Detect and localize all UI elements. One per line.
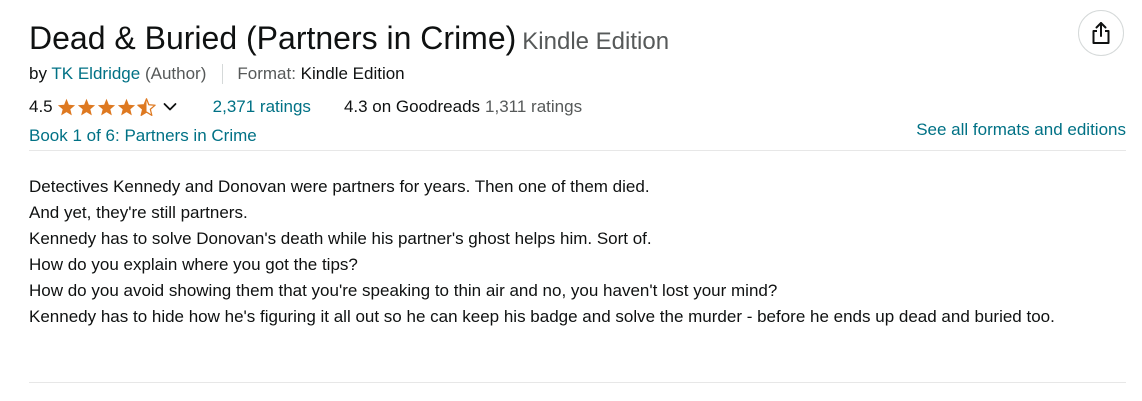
description-line: Kennedy has to solve Donovan's death whi…: [29, 229, 652, 248]
rating-dropdown[interactable]: [163, 102, 177, 112]
star-rating[interactable]: [57, 98, 177, 116]
book-description: Detectives Kennedy and Donovan were part…: [29, 174, 1126, 330]
goodreads-score: 4.3 on Goodreads: [343, 97, 481, 116]
author-role: (Author): [144, 64, 207, 83]
description-line: How do you explain where you got the tip…: [29, 255, 358, 274]
description-divider: [29, 382, 1126, 383]
series-link[interactable]: Book 1 of 6: Partners in Crime: [29, 125, 257, 147]
description-line: Kennedy has to hide how he's figuring it…: [29, 307, 1055, 326]
star-half-icon: [136, 98, 156, 116]
rating-value: 4.5: [29, 97, 53, 116]
share-icon: [1092, 22, 1110, 44]
product-title: Dead & Buried (Partners in Crime): [29, 20, 517, 56]
product-edition: Kindle Edition: [522, 28, 670, 55]
byline-separator: [222, 63, 224, 84]
format-value: Kindle Edition: [300, 64, 405, 83]
title-row: Dead & Buried (Partners in Crime) Kindle …: [29, 18, 669, 62]
chevron-down-icon: [163, 103, 177, 111]
ratings-count-link[interactable]: 2,371 ratings: [213, 95, 311, 119]
header-divider: [29, 150, 1126, 151]
byline: by TK Eldridge (Author) Format: Kindle Ed…: [29, 63, 405, 85]
star-icon: [117, 98, 135, 116]
by-prefix: by: [29, 64, 47, 83]
author-link[interactable]: TK Eldridge: [51, 64, 140, 83]
share-button[interactable]: [1078, 10, 1124, 56]
rating-row: 4.5 2,371 ratings 4.3 on Goodreads 1,311…: [29, 95, 582, 119]
star-icon: [77, 98, 95, 116]
description-line: Detectives Kennedy and Donovan were part…: [29, 177, 650, 196]
star-icon: [57, 98, 75, 116]
goodreads-count: 1,311 ratings: [485, 97, 583, 116]
description-line: And yet, they're still partners.: [29, 203, 248, 222]
format-label: Format:: [237, 64, 296, 83]
description-line: How do you avoid showing them that you'r…: [29, 281, 778, 300]
star-icon: [97, 98, 115, 116]
see-all-formats-link[interactable]: See all formats and editions: [916, 119, 1126, 141]
